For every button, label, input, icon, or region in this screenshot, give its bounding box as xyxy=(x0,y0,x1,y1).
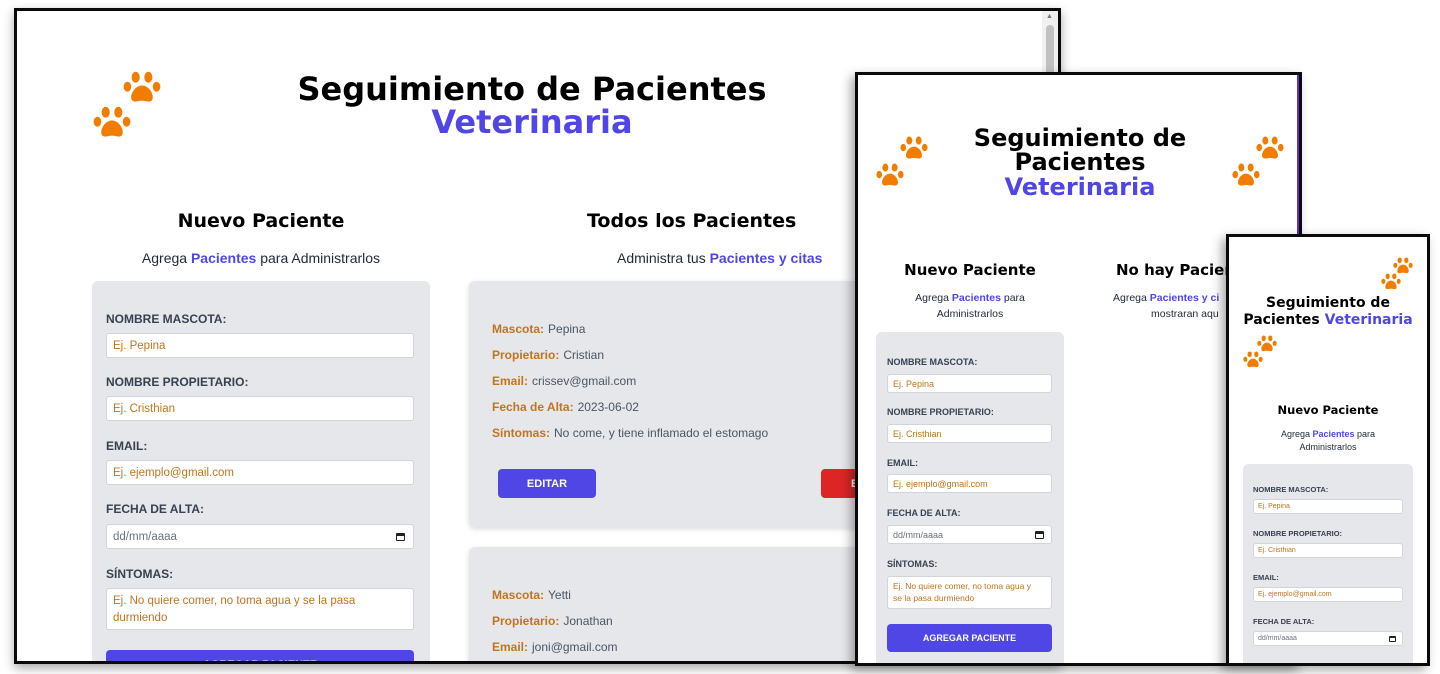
symptoms-textarea[interactable]: Ej. No quiere comer, no toma agua y se la… xyxy=(887,576,1052,609)
patient-owner: Propietario: Cristian xyxy=(492,348,605,362)
phone-window: Seguimiento de Pacientes Veterinaria Nue… xyxy=(1226,234,1430,666)
email-label: Email: xyxy=(106,439,148,453)
form-title: Nuevo Paciente xyxy=(904,261,1036,279)
symptoms-textarea[interactable]: Ej. No quiere comer, no toma agua y se l… xyxy=(106,588,414,630)
pet-input[interactable]: Ej. Pepina xyxy=(106,333,414,358)
email-label: Email: xyxy=(887,458,918,468)
calendar-icon[interactable] xyxy=(396,532,405,541)
date-label: Fecha de Alta: xyxy=(1253,617,1315,626)
page-title: Seguimiento de Pacientes Veterinaria xyxy=(1243,295,1413,328)
patient-pet: Mascota: Pepina xyxy=(492,322,586,336)
email-label: Email: xyxy=(1253,573,1279,582)
email-input[interactable]: Ej. ejemplo@gmail.com xyxy=(106,460,414,485)
owner-input[interactable]: Ej. Cristhian xyxy=(106,396,414,421)
scroll-up-arrow[interactable]: ▲ xyxy=(1046,13,1053,20)
edit-button[interactable]: Editar xyxy=(498,469,596,498)
form-subtitle: Agrega Pacientes para Administrarlos xyxy=(915,292,1025,320)
email-input[interactable]: Ej. ejemplo@gmail.com xyxy=(887,474,1052,493)
patient-form: Nombre Mascota: Ej. Pepina Nombre Propie… xyxy=(92,281,430,661)
patient-form: Nombre Mascota: Ej. Pepina Nombre Propie… xyxy=(876,332,1064,663)
add-patient-button[interactable]: Agregar Paciente xyxy=(106,650,414,661)
patient-email: Email: crissev@gmail.com xyxy=(492,374,637,388)
list-title: Todos los Pacientes xyxy=(587,210,797,232)
symptoms-label: Síntomas: xyxy=(106,567,174,581)
owner-label: Nombre Propietario: xyxy=(1253,529,1343,538)
pet-label: Nombre Mascota: xyxy=(106,312,227,326)
date-input[interactable]: dd/mm/aaaa xyxy=(106,524,414,549)
calendar-icon[interactable] xyxy=(1035,530,1044,539)
pet-input[interactable]: Ej. Pepina xyxy=(887,374,1052,393)
patient-pet: Mascota: Yetti xyxy=(492,588,571,602)
form-title: Nuevo Paciente xyxy=(177,210,345,232)
form-title: Nuevo Paciente xyxy=(1277,403,1379,417)
date-label: Fecha de Alta: xyxy=(887,508,961,518)
pet-label: Nombre Mascota: xyxy=(887,357,978,367)
owner-input[interactable]: Ej. Cristhian xyxy=(1253,543,1403,558)
pet-input[interactable]: Ej. Pepina xyxy=(1253,499,1403,514)
owner-label: Nombre Propietario: xyxy=(106,375,249,389)
email-input[interactable]: Ej. ejemplo@gmail.com xyxy=(1253,587,1403,602)
patient-form: Nombre Mascota: Ej. Pepina Nombre Propie… xyxy=(1243,464,1413,663)
date-label: Fecha de Alta: xyxy=(106,502,204,516)
pet-label: Nombre Mascota: xyxy=(1253,485,1329,494)
symptoms-label: Síntomas: xyxy=(887,559,938,569)
date-input[interactable]: dd/mm/aaaa xyxy=(887,525,1052,544)
page-title: Seguimiento de Pacientes Veterinaria xyxy=(973,124,1187,201)
patient-owner: Propietario: Jonathan xyxy=(492,614,613,628)
calendar-icon[interactable] xyxy=(1389,635,1396,642)
patient-card: Mascota: Pepina Propietario: Cristian Emai… xyxy=(469,281,919,527)
owner-input[interactable]: Ej. Cristhian xyxy=(887,424,1052,443)
paw-icon xyxy=(1381,273,1401,291)
form-subtitle: Agrega Pacientes para Administrarlos xyxy=(1280,429,1376,452)
owner-label: Nombre Propietario: xyxy=(887,407,994,417)
list-subtitle: Administra tus Pacientes y citas xyxy=(617,250,823,266)
form-subtitle: Agrega Pacientes para Administrarlos xyxy=(141,250,381,266)
date-input[interactable]: dd/mm/aaaa xyxy=(1253,631,1403,646)
patient-card: Mascota: Yetti Propietario: Jonathan Email… xyxy=(469,547,889,661)
patient-email: Email: joni@gmail.com xyxy=(492,640,618,654)
paw-icon xyxy=(1243,351,1263,369)
add-patient-button[interactable]: Agregar Paciente xyxy=(887,624,1052,652)
patient-date: Fecha de Alta: 2023-06-02 xyxy=(492,400,639,414)
patient-symptoms: Síntomas: No come, y tiene inflamado el e… xyxy=(492,426,769,440)
